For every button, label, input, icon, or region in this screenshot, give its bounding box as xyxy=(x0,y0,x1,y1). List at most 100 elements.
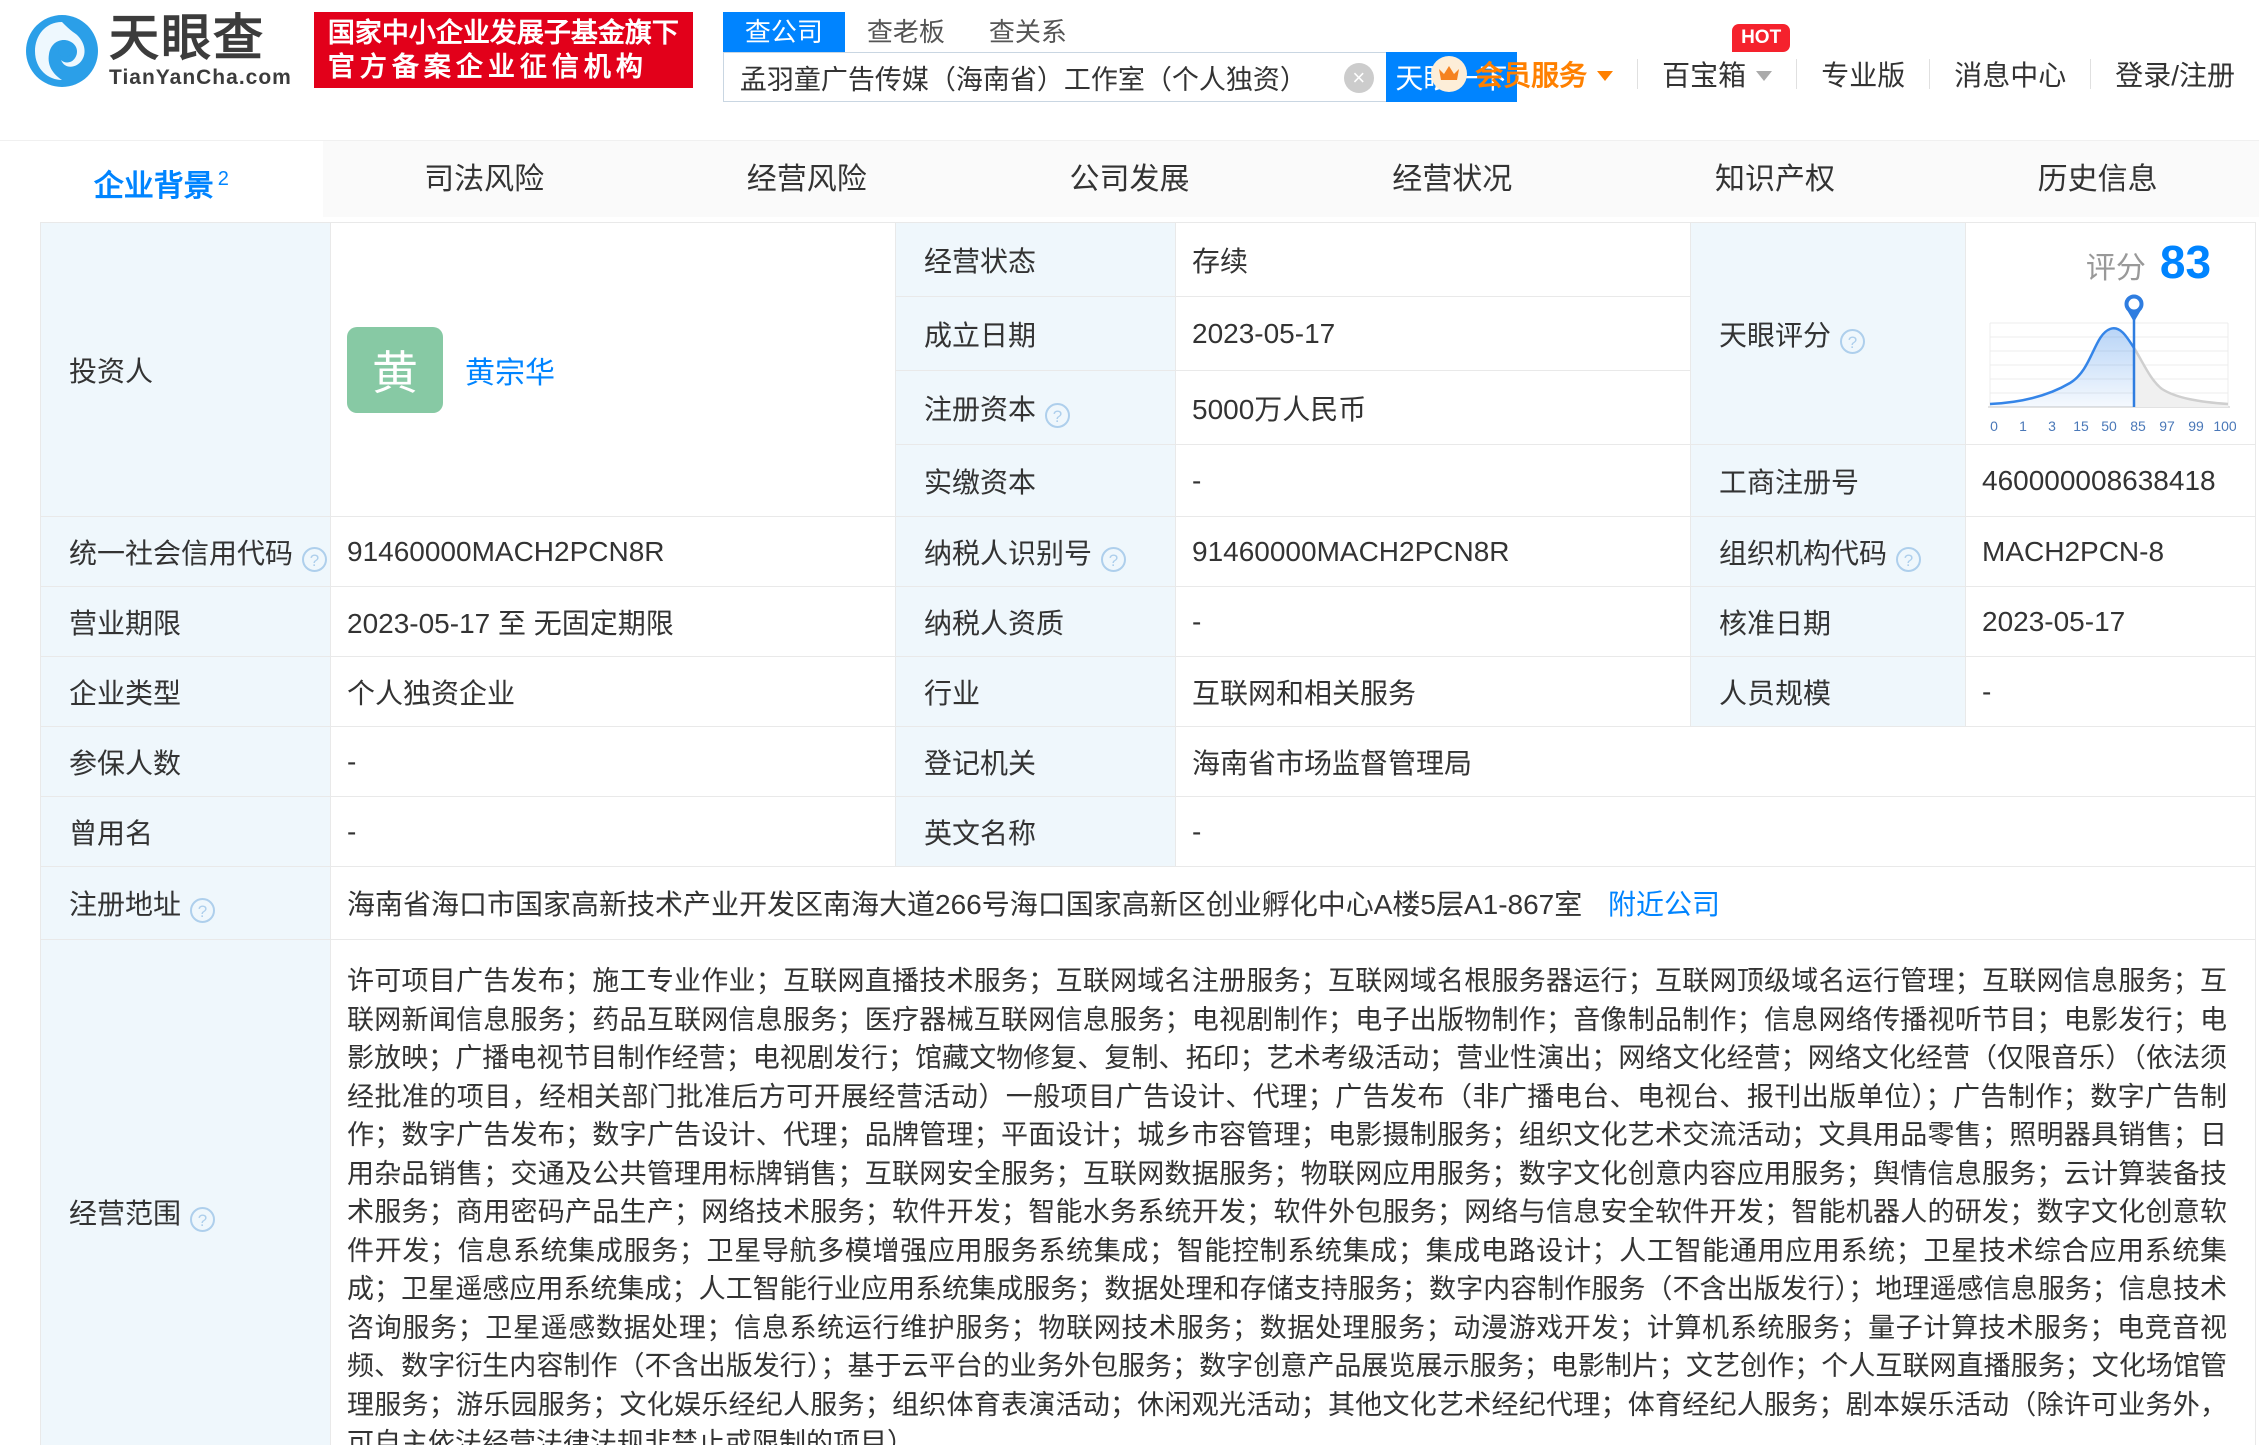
score-distribution-chart: 0 1 3 15 50 85 97 99 100 xyxy=(1982,291,2236,437)
status-value: 存续 xyxy=(1176,223,1691,297)
taxpayer-quali-label: 纳税人资质 xyxy=(896,587,1176,657)
svg-text:97: 97 xyxy=(2159,418,2175,434)
established-value: 2023-05-17 xyxy=(1176,297,1691,371)
paid-capital-label: 实缴资本 xyxy=(896,445,1176,517)
brand-name: 天眼查 xyxy=(109,12,292,64)
tab-count-sup: 2 xyxy=(218,168,229,190)
reg-number-label: 工商注册号 xyxy=(1691,445,1966,517)
tab-label: 司法风险 xyxy=(424,163,544,196)
nav-messages-label: 消息中心 xyxy=(1954,54,2066,94)
chevron-down-icon xyxy=(1597,71,1613,81)
business-scope-value: 许可项目广告发布；施工专业作业；互联网直播技术服务；互联网域名注册服务；互联网域… xyxy=(331,940,2256,1445)
registry-value: 海南省市场监督管理局 xyxy=(1176,727,2256,797)
top-nav: 会员服务 HOT 百宝箱 专业版 消息中心 登录/注册 xyxy=(1407,52,2259,96)
tab-company-background[interactable]: 企业背景2 xyxy=(0,141,323,217)
nav-login-register[interactable]: 登录/注册 xyxy=(2091,54,2259,94)
tab-label: 企业背景 xyxy=(94,170,214,203)
company-type-label: 企业类型 xyxy=(41,657,331,727)
svg-text:15: 15 xyxy=(2073,418,2089,434)
insured-count-value: - xyxy=(331,727,896,797)
nav-vip-services[interactable]: 会员服务 xyxy=(1407,54,1637,94)
address-value: 海南省海口市国家高新技术产业开发区南海大道266号海口国家高新区创业孵化中心A楼… xyxy=(331,867,2256,940)
logo-text: 天眼查 TianYanCha.com xyxy=(109,12,292,90)
staff-size-label: 人员规模 xyxy=(1691,657,1966,727)
tab-label: 经营状况 xyxy=(1392,163,1512,196)
tab-operating-status[interactable]: 经营状况 xyxy=(1291,141,1614,217)
insured-count-label: 参保人数 xyxy=(41,727,331,797)
gov-certification-badge: 国家中小企业发展子基金旗下 官方备案企业征信机构 xyxy=(314,12,693,88)
tianyan-score-label: 天眼评分? xyxy=(1691,223,1966,445)
english-name-value: - xyxy=(1176,797,2256,867)
tianyancha-logo[interactable]: 天眼查 TianYanCha.com xyxy=(25,12,292,90)
search-tabs: 查公司 查老板 查关系 xyxy=(723,12,1517,52)
gov-badge-line2: 官方备案企业征信机构 xyxy=(328,50,679,84)
search-input[interactable] xyxy=(724,53,1386,101)
help-icon[interactable]: ? xyxy=(1045,403,1070,428)
business-term-value: 2023-05-17 至 无固定期限 xyxy=(331,587,896,657)
help-icon[interactable]: ? xyxy=(190,1207,215,1232)
reg-number-value: 460000008638418 xyxy=(1966,445,2256,517)
org-code-label: 组织机构代码? xyxy=(1691,517,1966,587)
tianyan-score-cell: 评分 83 xyxy=(1966,223,2256,445)
help-icon[interactable]: ? xyxy=(190,898,215,923)
investor-name-link[interactable]: 黄宗华 xyxy=(465,348,555,392)
header: 天眼查 TianYanCha.com 国家中小企业发展子基金旗下 官方备案企业征… xyxy=(0,0,2259,104)
crown-icon xyxy=(1431,56,1467,92)
org-code-value: MACH2PCN-8 xyxy=(1966,517,2256,587)
taxpayer-quali-value: - xyxy=(1176,587,1691,657)
section-tab-strip: 企业背景2 司法风险 经营风险 公司发展 经营状况 知识产权 历史信息 xyxy=(0,140,2259,217)
tab-label: 历史信息 xyxy=(2038,163,2158,196)
svg-text:3: 3 xyxy=(2048,418,2056,434)
nav-pro-version[interactable]: 专业版 xyxy=(1797,54,1929,94)
nav-message-center[interactable]: 消息中心 xyxy=(1930,54,2090,94)
score-word: 评分 xyxy=(2086,243,2146,287)
tab-label: 公司发展 xyxy=(1070,163,1190,196)
hot-badge: HOT xyxy=(1732,24,1790,52)
taxpayer-id-value: 91460000MACH2PCN8R xyxy=(1176,517,1691,587)
tab-judicial-risk[interactable]: 司法风险 xyxy=(323,141,646,217)
score-axis-ticks: 0 1 3 15 50 85 97 99 100 xyxy=(1990,418,2236,434)
reg-capital-label: 注册资本? xyxy=(896,371,1176,445)
svg-text:1: 1 xyxy=(2019,418,2027,434)
tianyancha-eye-icon xyxy=(25,14,99,88)
tab-label: 经营风险 xyxy=(747,163,867,196)
search-tab-company[interactable]: 查公司 xyxy=(723,12,845,52)
help-icon[interactable]: ? xyxy=(1840,329,1865,354)
gov-badge-line1: 国家中小企业发展子基金旗下 xyxy=(328,16,679,50)
investor-label: 投资人 xyxy=(41,223,331,517)
credit-code-value: 91460000MACH2PCN8R xyxy=(331,517,896,587)
nav-toolbox-label: 百宝箱 xyxy=(1662,54,1746,94)
address-text: 海南省海口市国家高新技术产业开发区南海大道266号海口国家高新区创业孵化中心A楼… xyxy=(347,889,1582,920)
staff-size-value: - xyxy=(1966,657,2256,727)
search-block: 查公司 查老板 查关系 × 天眼一下 xyxy=(723,12,1517,102)
help-icon[interactable]: ? xyxy=(1101,547,1126,572)
svg-text:85: 85 xyxy=(2130,418,2146,434)
help-icon[interactable]: ? xyxy=(302,547,327,572)
chevron-down-icon xyxy=(1756,71,1772,81)
address-label: 注册地址? xyxy=(41,867,331,940)
clear-search-icon[interactable]: × xyxy=(1344,63,1374,93)
nav-toolbox[interactable]: HOT 百宝箱 xyxy=(1638,54,1796,94)
tab-operating-risk[interactable]: 经营风险 xyxy=(645,141,968,217)
reg-capital-value: 5000万人民币 xyxy=(1176,371,1691,445)
former-name-label: 曾用名 xyxy=(41,797,331,867)
investor-avatar[interactable]: 黄 xyxy=(347,327,443,413)
nearby-companies-link[interactable]: 附近公司 xyxy=(1608,889,1720,920)
help-icon[interactable]: ? xyxy=(1896,547,1921,572)
tab-company-development[interactable]: 公司发展 xyxy=(968,141,1291,217)
search-tab-boss[interactable]: 查老板 xyxy=(845,12,967,52)
nav-vip-label: 会员服务 xyxy=(1475,54,1587,94)
svg-text:99: 99 xyxy=(2188,418,2204,434)
approval-date-label: 核准日期 xyxy=(1691,587,1966,657)
tab-history-info[interactable]: 历史信息 xyxy=(1936,141,2259,217)
paid-capital-value: - xyxy=(1176,445,1691,517)
tab-intellectual-property[interactable]: 知识产权 xyxy=(1614,141,1937,217)
established-label: 成立日期 xyxy=(896,297,1176,371)
former-name-value: - xyxy=(331,797,896,867)
search-tab-relation[interactable]: 查关系 xyxy=(967,12,1089,52)
brand-domain: TianYanCha.com xyxy=(109,66,292,90)
registry-label: 登记机关 xyxy=(896,727,1176,797)
industry-label: 行业 xyxy=(896,657,1176,727)
company-info-table: 投资人 黄 黄宗华 经营状态 存续 天眼评分? 评分 83 xyxy=(40,222,2256,1445)
credit-code-label: 统一社会信用代码? xyxy=(41,517,331,587)
